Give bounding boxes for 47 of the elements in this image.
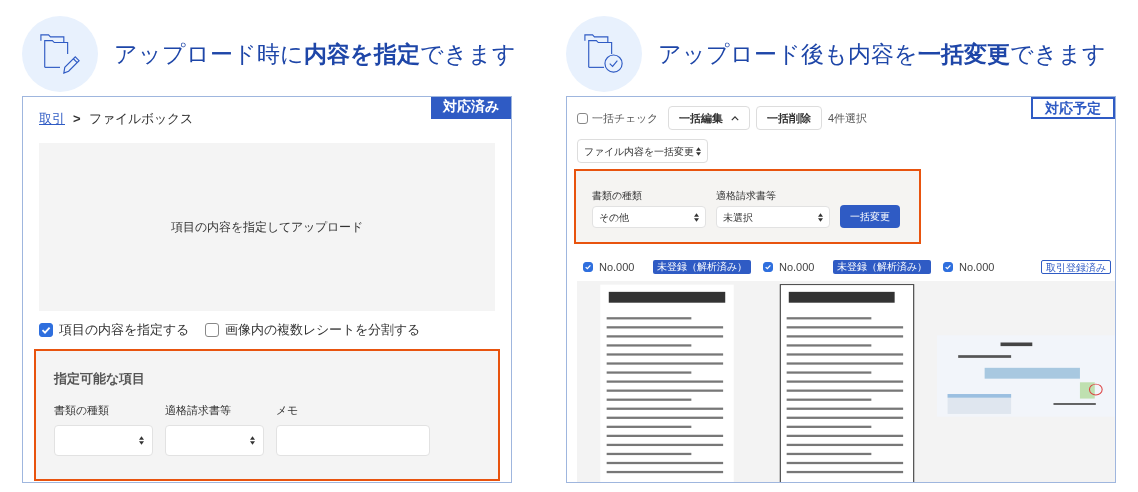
file-status-tag: 未登録（解析済み） [653,260,751,274]
updown-icon [696,146,701,156]
checkbox[interactable] [39,322,53,337]
status-badge: 対応予定 [1031,97,1115,119]
memo-field[interactable] [276,424,430,456]
selection-count: 4件選択 [828,110,868,126]
file-number: No.000 [959,259,995,275]
field-label: メモ [276,403,299,418]
breadcrumb-link[interactable]: 取引 [39,109,65,129]
checkbox[interactable] [943,262,953,272]
updown-icon [818,212,823,222]
select-field[interactable] [54,424,153,456]
folder-pencil-icon [39,33,81,75]
file-status-tag: 取引登録済み [1041,260,1111,274]
feature-heading: アップロード後も内容を一括変更できます [658,39,1106,69]
upload-dropzone[interactable]: 項目の内容を指定してアップロード [39,143,495,311]
updown-icon [694,212,699,222]
checkbox-label: 画像内の複数レシートを分割する [225,321,420,339]
toolbar-button[interactable]: 一括削除 [756,106,822,130]
file-number: No.000 [599,259,635,275]
updown-icon [139,435,144,445]
feature-heading: アップロード時に内容を指定できます [114,39,516,69]
field-label: 書類の種類 [54,403,110,418]
updown-icon [250,435,255,445]
checkbox-label: 項目の内容を指定する [59,321,189,339]
caret-up-icon [731,115,739,121]
checkbox[interactable] [583,262,593,272]
checkbox-label: 一括チェック [592,110,658,126]
select-field[interactable]: 未選択 [716,206,830,228]
file-number: No.000 [779,259,815,275]
action-select[interactable]: ファイル内容を一括変更 [577,139,708,163]
breadcrumb-current: ファイルボックス [88,110,193,129]
field-label: 書類の種類 [592,190,643,202]
breadcrumb-separator: > [73,110,81,129]
checkbox[interactable] [205,322,219,337]
checkbox[interactable] [763,262,773,272]
file-status-tag: 未登録（解析済み） [833,260,931,274]
field-label: 適格請求書等 [716,190,777,202]
folder-check-icon [583,33,625,75]
checkbox[interactable] [577,112,588,124]
bulk-change-button[interactable]: 一括変更 [840,205,900,228]
field-label: 適格請求書等 [165,403,232,418]
select-field[interactable] [165,424,264,456]
status-badge: 対応済み [431,97,511,119]
toolbar-button[interactable]: 一括編集 [668,106,750,130]
panel-title: 指定可能な項目 [54,369,146,388]
select-field[interactable]: その他 [592,206,706,228]
